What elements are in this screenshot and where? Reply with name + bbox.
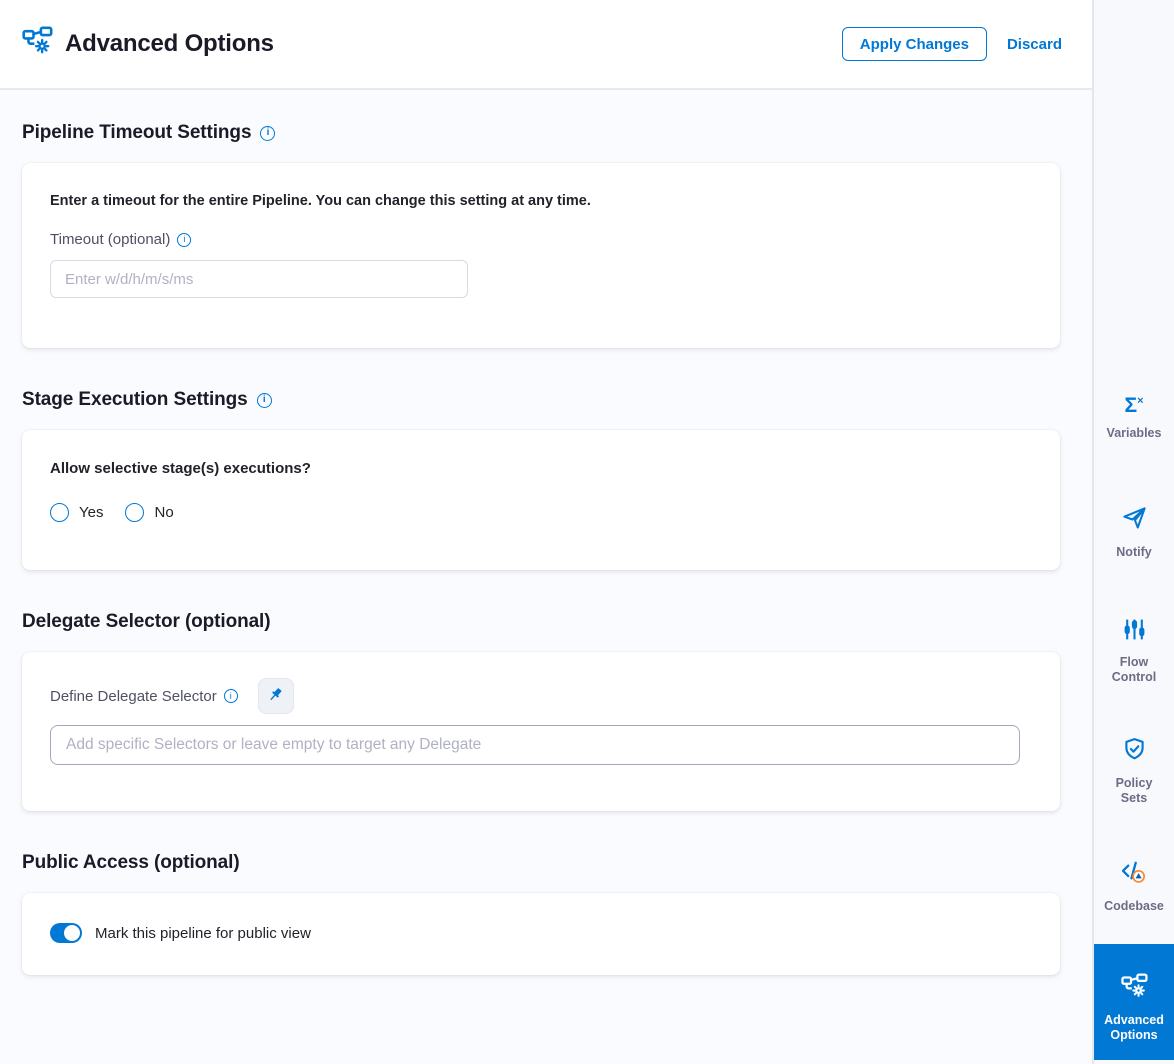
page-title: Advanced Options: [65, 30, 274, 58]
sidebar-item-label: Advanced Options: [1104, 1013, 1164, 1043]
selective-execution-radio-group: Yes No: [50, 503, 1032, 522]
pipeline-timeout-heading-text: Pipeline Timeout Settings: [22, 122, 251, 144]
public-access-heading: Public Access (optional): [22, 852, 1060, 874]
public-view-toggle-row: Mark this pipeline for public view: [50, 923, 1032, 943]
info-icon[interactable]: i: [177, 233, 191, 247]
delegate-selector-input[interactable]: [50, 725, 1020, 765]
radio-no-label: No: [154, 504, 173, 521]
public-view-toggle-label: Mark this pipeline for public view: [95, 925, 311, 942]
timeout-label: Timeout (optional): [50, 231, 170, 248]
sidebar-item-label: Policy Sets: [1116, 776, 1153, 806]
public-access-card: Mark this pipeline for public view: [22, 893, 1060, 975]
timeout-label-row: Timeout (optional) i: [50, 231, 1032, 248]
delegate-label: Define Delegate Selector: [50, 688, 217, 705]
header: Advanced Options Apply Changes Discard: [0, 0, 1092, 90]
sidebar-item-policy-sets[interactable]: Policy Sets: [1094, 721, 1174, 806]
paper-plane-icon: [1121, 490, 1148, 536]
stage-execution-card: Allow selective stage(s) executions? Yes…: [22, 430, 1060, 570]
toggle-knob: [64, 925, 80, 941]
main-panel: Advanced Options Apply Changes Discard P…: [0, 0, 1092, 1064]
pipeline-timeout-heading: Pipeline Timeout Settings i: [22, 122, 1060, 144]
pipeline-gear-icon: [22, 26, 53, 62]
discard-button[interactable]: Discard: [1007, 36, 1062, 53]
pipeline-timeout-card: Enter a timeout for the entire Pipeline.…: [22, 163, 1060, 348]
shield-check-icon: [1121, 721, 1148, 767]
sidebar-item-variables[interactable]: Σ× Variables: [1094, 390, 1174, 441]
sidebar-item-codebase[interactable]: Codebase: [1094, 843, 1174, 914]
info-icon[interactable]: i: [224, 689, 238, 703]
delegate-selector-heading: Delegate Selector (optional): [22, 611, 1060, 633]
stage-execution-heading-text: Stage Execution Settings: [22, 389, 248, 411]
sidebar-item-flow-control[interactable]: Flow Control: [1094, 602, 1174, 685]
stage-execution-heading: Stage Execution Settings i: [22, 389, 1060, 411]
public-access-heading-text: Public Access (optional): [22, 852, 240, 874]
info-icon[interactable]: i: [260, 126, 275, 141]
delegate-selector-heading-text: Delegate Selector (optional): [22, 611, 270, 633]
timeout-description: Enter a timeout for the entire Pipeline.…: [50, 193, 1032, 209]
sidebar-item-label: Codebase: [1104, 899, 1164, 914]
radio-no-circle[interactable]: [125, 503, 144, 522]
pin-button[interactable]: [258, 678, 294, 714]
timeout-input[interactable]: [50, 260, 468, 298]
pushpin-icon: [266, 685, 285, 707]
sidebar-item-label: Notify: [1116, 545, 1151, 560]
settings-content: Pipeline Timeout Settings i Enter a time…: [0, 90, 1092, 1064]
delegate-selector-card: Define Delegate Selector i: [22, 652, 1060, 811]
radio-no[interactable]: No: [125, 503, 173, 522]
sidebar-item-advanced-options[interactable]: Advanced Options: [1094, 944, 1174, 1060]
info-icon[interactable]: i: [257, 393, 272, 408]
sidebar-item-label: Flow Control: [1112, 655, 1156, 685]
public-view-toggle[interactable]: [50, 923, 82, 943]
title-wrap: Advanced Options: [22, 26, 274, 62]
apply-changes-button[interactable]: Apply Changes: [842, 27, 987, 61]
sidebar-item-notify[interactable]: Notify: [1094, 490, 1174, 560]
selective-execution-question: Allow selective stage(s) executions?: [50, 460, 1032, 477]
code-warning-icon: [1119, 843, 1149, 890]
sigma-x-icon: Σ×: [1124, 390, 1143, 417]
pipeline-gear-icon: [1121, 958, 1148, 1004]
radio-yes-circle[interactable]: [50, 503, 69, 522]
header-actions: Apply Changes Discard: [842, 27, 1062, 61]
radio-yes-label: Yes: [79, 504, 103, 521]
pipeline-tools-sidebar: Σ× Variables Notify: [1092, 0, 1174, 1064]
delegate-label-row: Define Delegate Selector i: [50, 678, 1032, 714]
radio-yes[interactable]: Yes: [50, 503, 103, 522]
advanced-options-screen: Advanced Options Apply Changes Discard P…: [0, 0, 1174, 1064]
sliders-icon: [1122, 602, 1147, 646]
sidebar-item-label: Variables: [1107, 426, 1162, 441]
